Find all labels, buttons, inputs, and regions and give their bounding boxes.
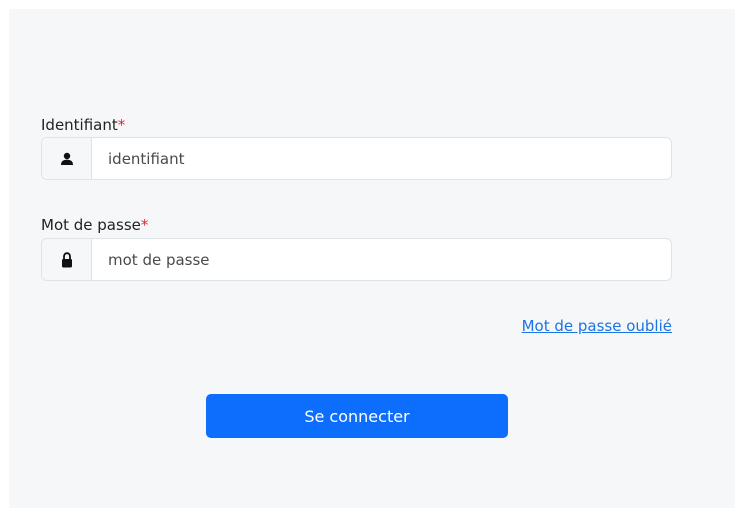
lock-icon	[42, 239, 92, 280]
username-label: Identifiant*	[41, 116, 125, 134]
username-label-text: Identifiant	[41, 116, 118, 134]
required-marker: *	[117, 116, 126, 134]
username-input[interactable]	[92, 138, 671, 179]
password-input-group	[41, 238, 672, 281]
username-input-group	[41, 137, 672, 180]
password-label-text: Mot de passe	[41, 216, 141, 234]
login-button[interactable]: Se connecter	[206, 394, 508, 438]
required-marker: *	[140, 216, 149, 234]
login-panel: Identifiant* Mot de passe* Mot de passe …	[9, 9, 735, 508]
user-icon	[42, 138, 92, 179]
forgot-password-link[interactable]: Mot de passe oublié	[522, 317, 672, 335]
password-label: Mot de passe*	[41, 216, 148, 234]
password-input[interactable]	[92, 239, 671, 280]
